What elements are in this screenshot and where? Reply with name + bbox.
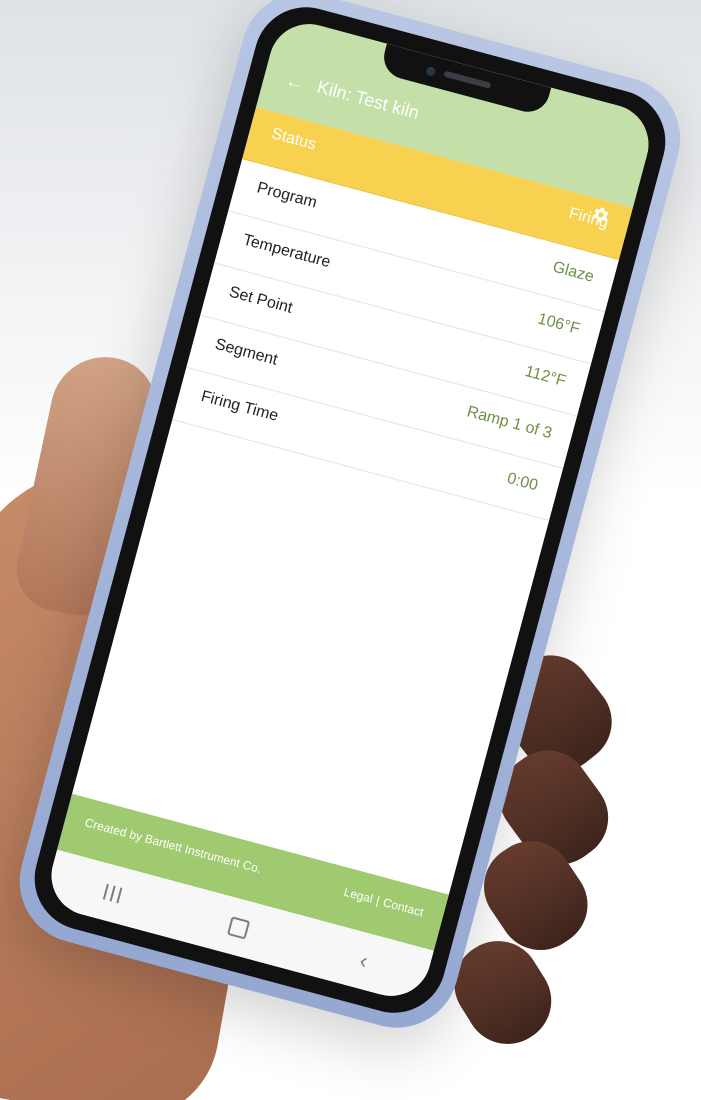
recent-apps-icon: [102, 883, 123, 904]
chevron-left-icon: ‹: [357, 947, 371, 974]
firing-time-value: 0:00: [505, 469, 540, 495]
home-icon: [226, 915, 250, 939]
program-value: Glaze: [550, 258, 596, 286]
segment-label: Segment: [213, 335, 280, 369]
status-label: Status: [269, 125, 318, 154]
firing-time-label: Firing Time: [199, 387, 281, 425]
back-arrow-icon[interactable]: ←: [279, 66, 311, 98]
footer-links: Legal | Contact: [342, 885, 425, 920]
footer-separator: |: [374, 893, 382, 908]
speaker-icon: [443, 70, 492, 89]
recent-apps-button[interactable]: [80, 867, 144, 920]
temperature-value: 106°F: [535, 310, 582, 338]
program-label: Program: [255, 179, 319, 212]
contact-link[interactable]: Contact: [382, 895, 426, 919]
set-point-value: 112°F: [523, 362, 568, 391]
scene: ← Kiln: Test kiln Status Firing Program …: [0, 0, 701, 1100]
set-point-label: Set Point: [227, 283, 295, 317]
legal-link[interactable]: Legal: [342, 885, 374, 906]
temperature-label: Temperature: [241, 231, 333, 272]
system-back-button[interactable]: ‹: [332, 934, 396, 987]
segment-value: Ramp 1 of 3: [465, 403, 554, 443]
page-title: Kiln: Test kiln: [315, 76, 422, 123]
home-button[interactable]: [206, 901, 270, 954]
camera-icon: [422, 63, 439, 80]
